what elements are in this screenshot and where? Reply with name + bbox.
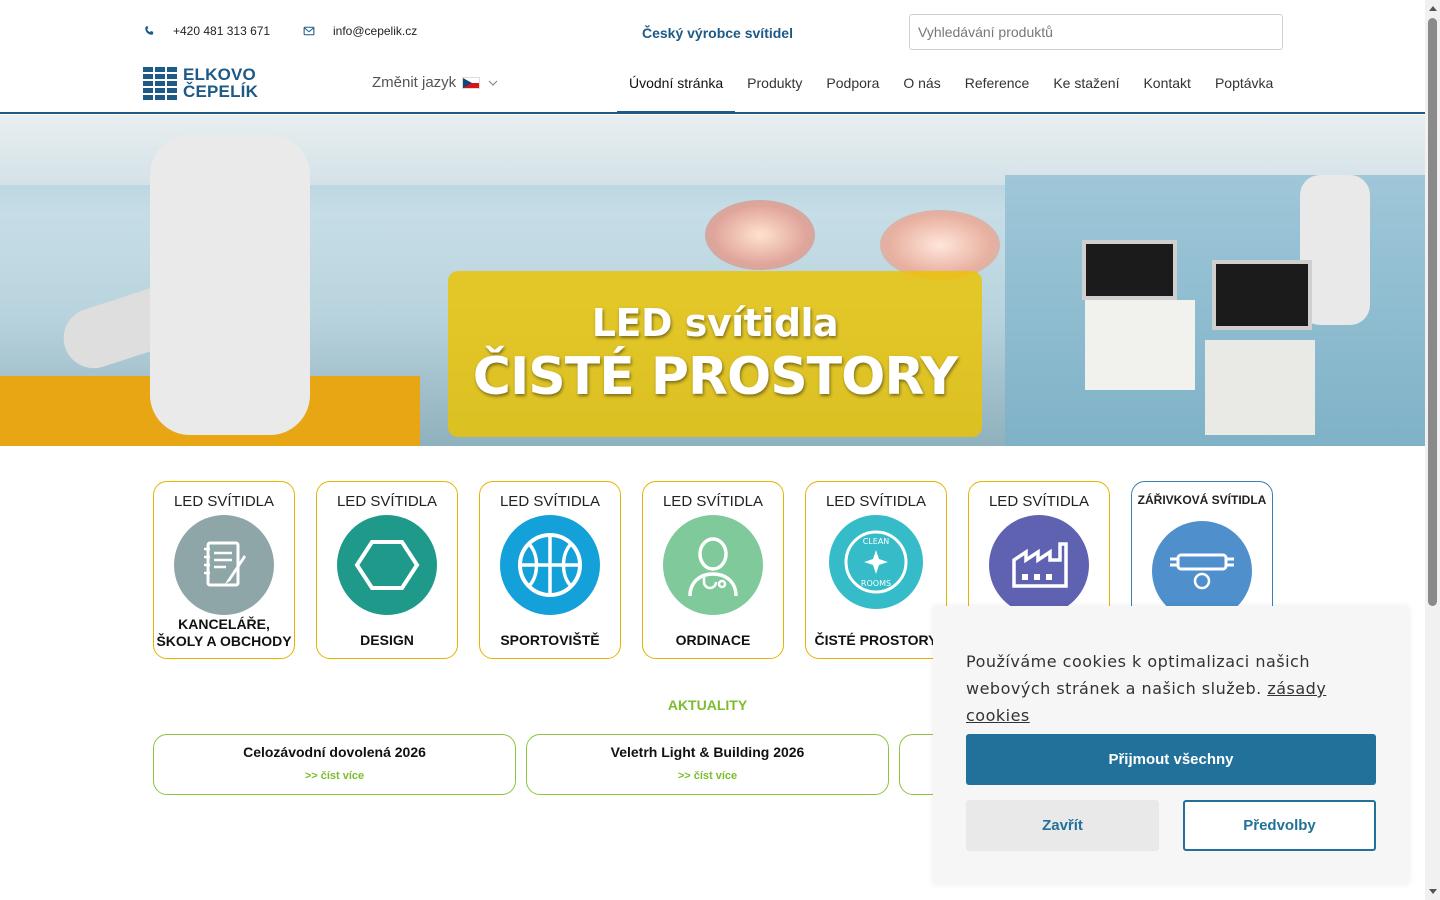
category-bottom-label: ČISTÉ PROSTORY xyxy=(814,632,938,648)
category-bottom-label: DESIGN xyxy=(360,632,414,648)
monitor xyxy=(1212,260,1312,330)
category-clean-rooms[interactable]: LED SVÍTIDLA CLEAN ROOMS ČISTÉ PROSTORY xyxy=(805,481,947,659)
category-bottom-label: SPORTOVIŠTĚ xyxy=(500,632,600,648)
factory-icon xyxy=(989,515,1089,615)
chevron-down-icon xyxy=(488,80,498,86)
category-top-label: ZÁŘIVKOVÁ SVÍTIDLA xyxy=(1137,493,1267,507)
cookie-banner: Používáme cookies k optimalizaci našich … xyxy=(933,606,1409,884)
nav-contact[interactable]: Kontakt xyxy=(1131,56,1202,114)
news-card[interactable]: Celozávodní dovolená 2026 >> číst více xyxy=(153,734,516,795)
nav-support[interactable]: Podpora xyxy=(814,56,891,114)
monitor xyxy=(1082,240,1177,300)
category-top-label: LED SVÍTIDLA xyxy=(825,493,927,510)
category-offices[interactable]: LED SVÍTIDLA KANCELÁŘE, ŠKOLY A OBCHODY xyxy=(153,481,295,659)
accept-all-button[interactable]: Přijmout všechny xyxy=(966,734,1376,785)
svg-text:CLEAN: CLEAN xyxy=(863,537,890,546)
equipment-cabinet xyxy=(1085,300,1195,390)
microscope-body xyxy=(150,135,310,435)
category-sports[interactable]: LED SVÍTIDLA SPORTOVIŠTĚ xyxy=(479,481,621,659)
nav-references[interactable]: Reference xyxy=(953,56,1042,114)
hexagon-icon xyxy=(337,515,437,615)
close-button[interactable]: Zavřít xyxy=(966,800,1159,851)
czech-flag-icon xyxy=(462,76,481,89)
nav-about[interactable]: O nás xyxy=(891,56,952,114)
envelope-icon xyxy=(303,26,315,36)
search-input[interactable] xyxy=(909,14,1283,50)
read-more-link[interactable]: >> číst více xyxy=(154,770,515,782)
category-surgery[interactable]: LED SVÍTIDLA ORDINACE xyxy=(642,481,784,659)
language-switcher[interactable]: Změnit jazyk xyxy=(372,74,498,91)
category-design[interactable]: LED SVÍTIDLA DESIGN xyxy=(316,481,458,659)
nav-downloads[interactable]: Ke stažení xyxy=(1041,56,1131,114)
equipment-cabinet xyxy=(1205,340,1315,435)
read-more-link[interactable]: >> číst více xyxy=(527,770,888,782)
notebook-icon xyxy=(174,515,274,615)
nav-home[interactable]: Úvodní stránka xyxy=(617,56,736,114)
news-title: Celozávodní dovolená 2026 xyxy=(243,744,426,760)
tagline: Český výrobce svítidel xyxy=(642,25,793,41)
email-address: info@cepelik.cz xyxy=(333,24,418,38)
scrollbar-thumb[interactable] xyxy=(1428,18,1437,606)
email-contact[interactable]: info@cepelik.cz xyxy=(303,24,417,38)
main-nav: Úvodní stránka Produkty Podpora O nás Re… xyxy=(617,56,1285,114)
news-title: Veletrh Light & Building 2026 xyxy=(610,744,805,760)
site-header: +420 481 313 671 info@cepelik.cz Český v… xyxy=(0,0,1425,114)
logo[interactable]: ELKOVO ČEPELÍK xyxy=(143,66,258,100)
language-label: Změnit jazyk xyxy=(372,74,457,91)
surgical-lamp xyxy=(705,200,815,270)
category-bottom-label: KANCELÁŘE, ŠKOLY A OBCHODY xyxy=(156,616,292,649)
nav-products[interactable]: Produkty xyxy=(735,56,814,114)
category-bottom-label: ORDINACE xyxy=(675,632,751,648)
hero-subtitle: LED svítidla xyxy=(591,301,839,345)
basketball-icon xyxy=(500,515,600,615)
doctor-icon xyxy=(663,515,763,615)
hero-title: ČISTÉ PROSTORY xyxy=(472,347,958,407)
hero-caption: LED svítidla ČISTÉ PROSTORY xyxy=(448,271,982,437)
logo-text: ELKOVO ČEPELÍK xyxy=(183,65,259,101)
category-top-label: LED SVÍTIDLA xyxy=(173,493,275,510)
preferences-button[interactable]: Předvolby xyxy=(1183,800,1376,851)
scroll-up-arrow-icon[interactable] xyxy=(1429,6,1437,11)
nav-inquiry[interactable]: Poptávka xyxy=(1203,56,1285,114)
phone-icon xyxy=(145,26,154,35)
clean-rooms-icon: CLEAN ROOMS xyxy=(829,515,923,609)
category-top-label: LED SVÍTIDLA xyxy=(662,493,764,510)
category-top-label: LED SVÍTIDLA xyxy=(988,493,1090,510)
phone-contact[interactable]: +420 481 313 671 xyxy=(143,24,270,38)
vertical-scrollbar[interactable] xyxy=(1425,0,1440,900)
phone-number: +420 481 313 671 xyxy=(173,24,271,38)
category-top-label: LED SVÍTIDLA xyxy=(336,493,438,510)
scroll-down-arrow-icon[interactable] xyxy=(1429,889,1437,894)
svg-text:ROOMS: ROOMS xyxy=(861,579,891,588)
category-top-label: LED SVÍTIDLA xyxy=(499,493,601,510)
cookie-message: Používáme cookies k optimalizaci našich … xyxy=(966,652,1327,725)
news-card[interactable]: Veletrh Light & Building 2026 >> číst ví… xyxy=(526,734,889,795)
hero-banner[interactable]: LED svítidla ČISTÉ PROSTORY xyxy=(0,115,1425,446)
logo-mark xyxy=(143,66,177,100)
surgical-lamp xyxy=(880,210,1000,280)
